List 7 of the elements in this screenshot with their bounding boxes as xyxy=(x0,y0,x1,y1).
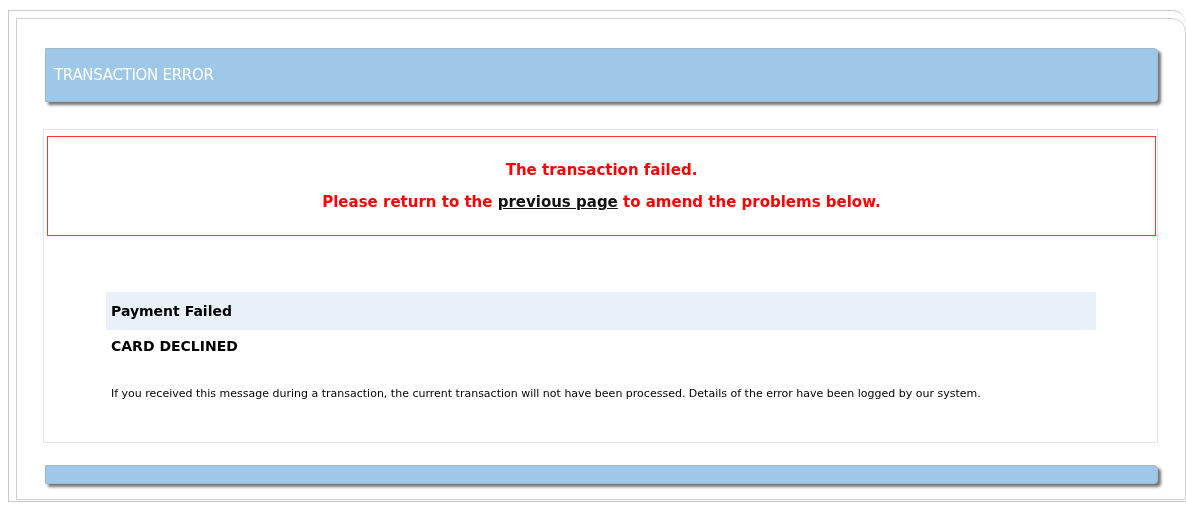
decline-status: CARD DECLINED xyxy=(111,338,239,354)
page-title: TRANSACTION ERROR xyxy=(54,66,214,84)
previous-page-link[interactable]: previous page xyxy=(497,193,618,211)
error-message: Please return to the previous page to amend the problems below. xyxy=(322,193,881,211)
error-headline: The transaction failed. xyxy=(505,161,698,179)
error-note: If you received this message during a transaction, the current transaction will not have been processed. Details of the error have been logged by our system. xyxy=(111,387,982,400)
result-heading: Payment Failed xyxy=(111,303,232,319)
